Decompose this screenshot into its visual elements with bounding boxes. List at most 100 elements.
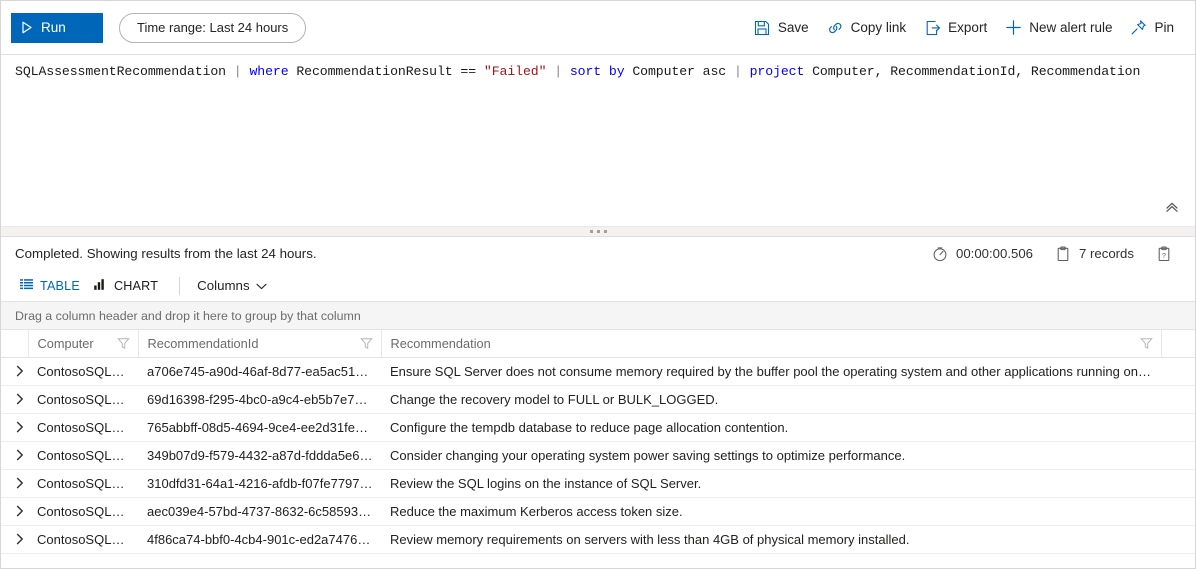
header-recommendation-id[interactable]: RecommendationId [138, 330, 382, 358]
save-icon [754, 19, 771, 36]
query-editor[interactable]: SQLAssessmentRecommendation | where Reco… [1, 54, 1195, 226]
table-row[interactable]: ContosoSQLSrv1 69d16398-f295-4bc0-a9c4-e… [1, 385, 1195, 414]
splitter-dot [603, 230, 607, 233]
query-token-pipe-1: | [225, 64, 250, 79]
columns-label: Columns [197, 278, 250, 293]
table-row[interactable]: ContosoSQLSrv1 4f86ca74-bbf0-4cb4-901c-e… [1, 525, 1195, 554]
results-view-tabs: TABLE CHART Columns [15, 270, 1183, 301]
cell-trailing [1161, 525, 1195, 554]
tab-table[interactable]: TABLE [15, 275, 89, 297]
cell-computer: ContosoSQLSrv1 [28, 469, 138, 498]
row-expand-cell[interactable] [1, 525, 28, 554]
group-by-drop-zone[interactable]: Drag a column header and drop it here to… [1, 301, 1195, 330]
query-token-pipe-2: | [546, 64, 570, 79]
cell-computer: ContosoSQLSrv1 [28, 413, 138, 442]
table-row[interactable]: ContosoSQLSrv1 310dfd31-64a1-4216-afdb-f… [1, 469, 1195, 498]
table-row[interactable]: ContosoSQLSrv1 349b07d9-f579-4432-a87d-f… [1, 441, 1195, 470]
save-button[interactable]: Save [745, 15, 818, 40]
table-row[interactable]: ContosoSQLSrv1 765abbff-08d5-4694-9ce4-e… [1, 413, 1195, 442]
export-button[interactable]: Export [915, 15, 996, 40]
editor-results-splitter[interactable] [1, 226, 1195, 237]
group-by-hint: Drag a column header and drop it here to… [15, 308, 361, 323]
run-button[interactable]: Run [11, 12, 103, 43]
cell-trailing [1161, 385, 1195, 414]
chevron-right-icon[interactable] [10, 361, 28, 381]
results-table: Computer RecommendationId Recommendation… [1, 330, 1195, 554]
cell-recommendation-id: 69d16398-f295-4bc0-a9c4-eb5b7e7096... [138, 385, 381, 414]
run-button-label: Run [41, 20, 66, 35]
copy-link-label: Copy link [850, 20, 907, 35]
time-range-picker[interactable]: Time range: Last 24 hours [119, 12, 307, 43]
export-icon [924, 19, 941, 36]
new-alert-rule-label: New alert rule [1029, 20, 1113, 35]
new-alert-rule-button[interactable]: New alert rule [996, 15, 1121, 40]
expand-all-header [1, 330, 29, 358]
table-row[interactable]: ContosoSQLSrv1 aec039e4-57bd-4737-8632-6… [1, 497, 1195, 526]
query-duration: 00:00:00.506 [921, 246, 1044, 262]
cell-computer: ContosoSQLSrv1 [28, 441, 138, 470]
chevron-right-icon[interactable] [10, 417, 28, 437]
splitter-dot [589, 230, 593, 233]
chevron-right-icon[interactable] [10, 529, 28, 549]
export-label: Export [948, 20, 988, 35]
columns-dropdown[interactable]: Columns [191, 275, 272, 296]
header-computer[interactable]: Computer [28, 330, 139, 358]
cell-recommendation-id: 765abbff-08d5-4694-9ce4-ee2d31fe0dca [138, 413, 381, 442]
pin-label: Pin [1154, 20, 1174, 35]
save-label: Save [777, 20, 809, 35]
tab-chart-label: CHART [113, 278, 159, 293]
cell-computer: ContosoSQLSrv1 [28, 525, 138, 554]
play-icon [21, 21, 33, 34]
table-row[interactable]: ContosoSQLSrv1 a706e745-a90d-46af-8d77-e… [1, 357, 1195, 386]
row-expand-cell[interactable] [1, 385, 28, 414]
cell-computer: ContosoSQLSrv1 [28, 385, 138, 414]
results-grid: Computer RecommendationId Recommendation… [1, 330, 1195, 568]
results-metrics: 00:00:00.506 7 records ? [921, 245, 1183, 262]
chevron-right-icon[interactable] [10, 473, 28, 493]
results-status-row: Completed. Showing results from the last… [15, 237, 1183, 270]
row-expand-cell[interactable] [1, 441, 28, 470]
copy-link-icon [827, 19, 844, 36]
tab-chart[interactable]: CHART [89, 275, 167, 297]
cell-recommendation: Consider changing your operating system … [381, 441, 1161, 470]
chevron-down-icon [256, 278, 267, 293]
chevron-double-up-icon [1164, 200, 1180, 219]
results-info-button[interactable]: ? [1145, 245, 1183, 262]
funnel-icon[interactable] [1134, 337, 1153, 350]
row-expand-cell[interactable] [1, 497, 28, 526]
splitter-dot [596, 230, 600, 233]
row-expand-cell[interactable] [1, 413, 28, 442]
query-token-project: project [749, 64, 805, 79]
pin-button[interactable]: Pin [1121, 15, 1183, 40]
table-icon [19, 278, 34, 294]
cell-trailing [1161, 357, 1195, 386]
query-duration-value: 00:00:00.506 [956, 246, 1034, 261]
cell-recommendation-id: 310dfd31-64a1-4216-afdb-f07fe77972ca [138, 469, 381, 498]
clipboard-icon [1055, 245, 1071, 262]
chevron-right-icon[interactable] [10, 501, 28, 521]
chevron-right-icon[interactable] [10, 389, 28, 409]
table-body: ContosoSQLSrv1 a706e745-a90d-46af-8d77-e… [1, 357, 1195, 554]
row-expand-cell[interactable] [1, 357, 28, 386]
query-token-string: "Failed" [483, 64, 547, 79]
chevron-right-icon[interactable] [10, 445, 28, 465]
collapse-editor-button[interactable] [1161, 199, 1183, 219]
query-token-table: SQLAssessmentRecommendation [15, 64, 226, 79]
header-recommendation[interactable]: Recommendation [381, 330, 1162, 358]
cell-recommendation: Review memory requirements on servers wi… [381, 525, 1161, 554]
copy-link-button[interactable]: Copy link [818, 15, 916, 40]
cell-recommendation-id: aec039e4-57bd-4737-8632-6c58593d4... [138, 497, 381, 526]
cell-recommendation: Ensure SQL Server does not consume memor… [381, 357, 1161, 386]
time-range-label: Time range: Last 24 hours [137, 20, 289, 35]
header-recommendation-id-label: RecommendationId [147, 335, 259, 351]
clipboard-question-icon: ? [1156, 245, 1172, 262]
row-expand-cell[interactable] [1, 469, 28, 498]
header-recommendation-label: Recommendation [390, 335, 491, 351]
cell-trailing [1161, 441, 1195, 470]
funnel-icon[interactable] [111, 337, 130, 350]
cell-recommendation-id: 349b07d9-f579-4432-a87d-fddda5e63c... [138, 441, 381, 470]
header-computer-label: Computer [37, 335, 94, 351]
query-text-line[interactable]: SQLAssessmentRecommendation | where Reco… [1, 62, 1195, 81]
funnel-icon[interactable] [354, 337, 373, 350]
cell-trailing [1161, 469, 1195, 498]
